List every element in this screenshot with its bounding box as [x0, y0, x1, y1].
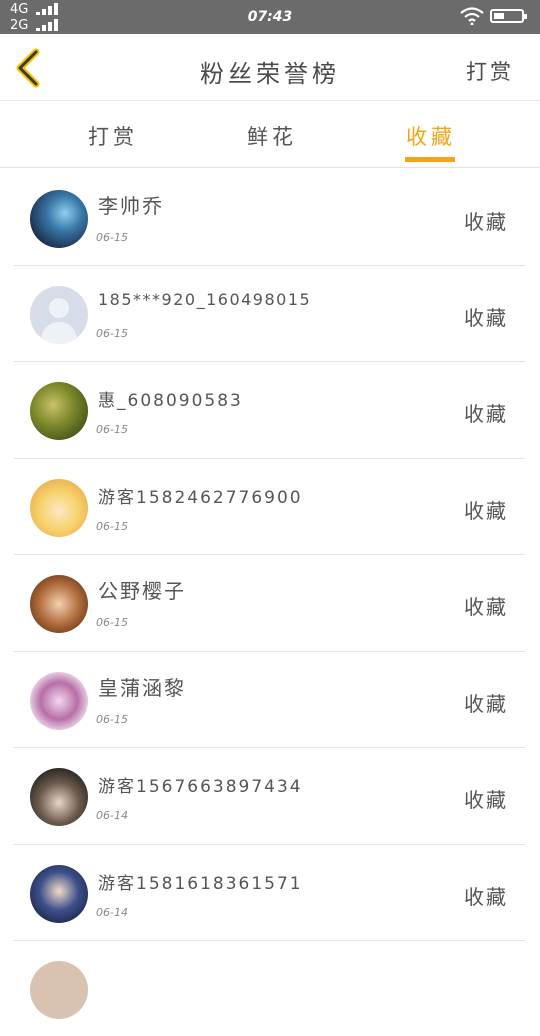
- status-time: 07:43: [247, 9, 293, 25]
- item-date: 06-15: [96, 616, 128, 629]
- tab-bar: 打赏 鲜花 收藏: [0, 101, 540, 168]
- list-item[interactable]: 公野樱子 06-15 收藏: [14, 555, 525, 652]
- item-date: 06-15: [96, 713, 128, 726]
- item-action: 收藏: [464, 210, 508, 234]
- avatar[interactable]: [30, 865, 88, 923]
- page-title: 粉丝荣誉榜: [200, 60, 340, 88]
- user-name: 游客1581618361571: [98, 874, 303, 894]
- status-bar: 4G 2G 07:43: [0, 0, 540, 34]
- list-item-partial[interactable]: [14, 941, 525, 1036]
- active-tab-indicator: [405, 157, 455, 162]
- avatar[interactable]: [30, 382, 88, 440]
- item-date: 06-15: [96, 327, 128, 340]
- tab-flowers[interactable]: 鲜花: [247, 121, 297, 151]
- tab-reward[interactable]: 打赏: [88, 121, 138, 151]
- avatar[interactable]: [30, 479, 88, 537]
- tab-favorites[interactable]: 收藏: [406, 121, 456, 151]
- list-item[interactable]: 游客1582462776900 06-15 收藏: [14, 459, 525, 555]
- avatar[interactable]: [30, 190, 88, 248]
- item-date: 06-15: [96, 423, 128, 436]
- user-name: 公野樱子: [98, 579, 186, 603]
- avatar[interactable]: [30, 961, 88, 1019]
- default-user-icon: [40, 298, 78, 344]
- list-item[interactable]: 惠_608090583 06-15 收藏: [14, 362, 525, 459]
- avatar[interactable]: [30, 286, 88, 344]
- item-action: 收藏: [464, 788, 508, 812]
- item-date: 06-14: [96, 809, 128, 822]
- list-item[interactable]: 游客1581618361571 06-14 收藏: [14, 845, 525, 941]
- app-header: 粉丝荣誉榜 打赏: [0, 34, 540, 101]
- list-item[interactable]: 185***920_160498015 06-15 收藏: [14, 266, 525, 362]
- item-date: 06-14: [96, 906, 128, 919]
- user-name: 游客1567663897434: [98, 777, 303, 797]
- wifi-icon: [460, 7, 484, 25]
- battery-icon: [490, 9, 527, 23]
- user-name: 游客1582462776900: [98, 488, 303, 508]
- item-action: 收藏: [464, 595, 508, 619]
- avatar[interactable]: [30, 672, 88, 730]
- user-name: 皇蒲涵黎: [98, 676, 186, 700]
- item-action: 收藏: [464, 306, 508, 330]
- list-item[interactable]: 皇蒲涵黎 06-15 收藏: [14, 652, 525, 748]
- fan-list: 李帅乔 06-15 收藏 185***920_160498015 06-15 收…: [14, 170, 525, 1036]
- user-name: 李帅乔: [98, 194, 164, 218]
- avatar[interactable]: [30, 575, 88, 633]
- item-date: 06-15: [96, 231, 128, 244]
- reward-button[interactable]: 打赏: [466, 56, 514, 86]
- item-action: 收藏: [464, 692, 508, 716]
- item-action: 收藏: [464, 499, 508, 523]
- item-action: 收藏: [464, 885, 508, 909]
- user-name: 惠_608090583: [98, 391, 243, 411]
- list-item[interactable]: 游客1567663897434 06-14 收藏: [14, 748, 525, 845]
- item-date: 06-15: [96, 520, 128, 533]
- item-action: 收藏: [464, 402, 508, 426]
- user-name: 185***920_160498015: [98, 290, 312, 309]
- list-item[interactable]: 李帅乔 06-15 收藏: [14, 170, 525, 266]
- avatar[interactable]: [30, 768, 88, 826]
